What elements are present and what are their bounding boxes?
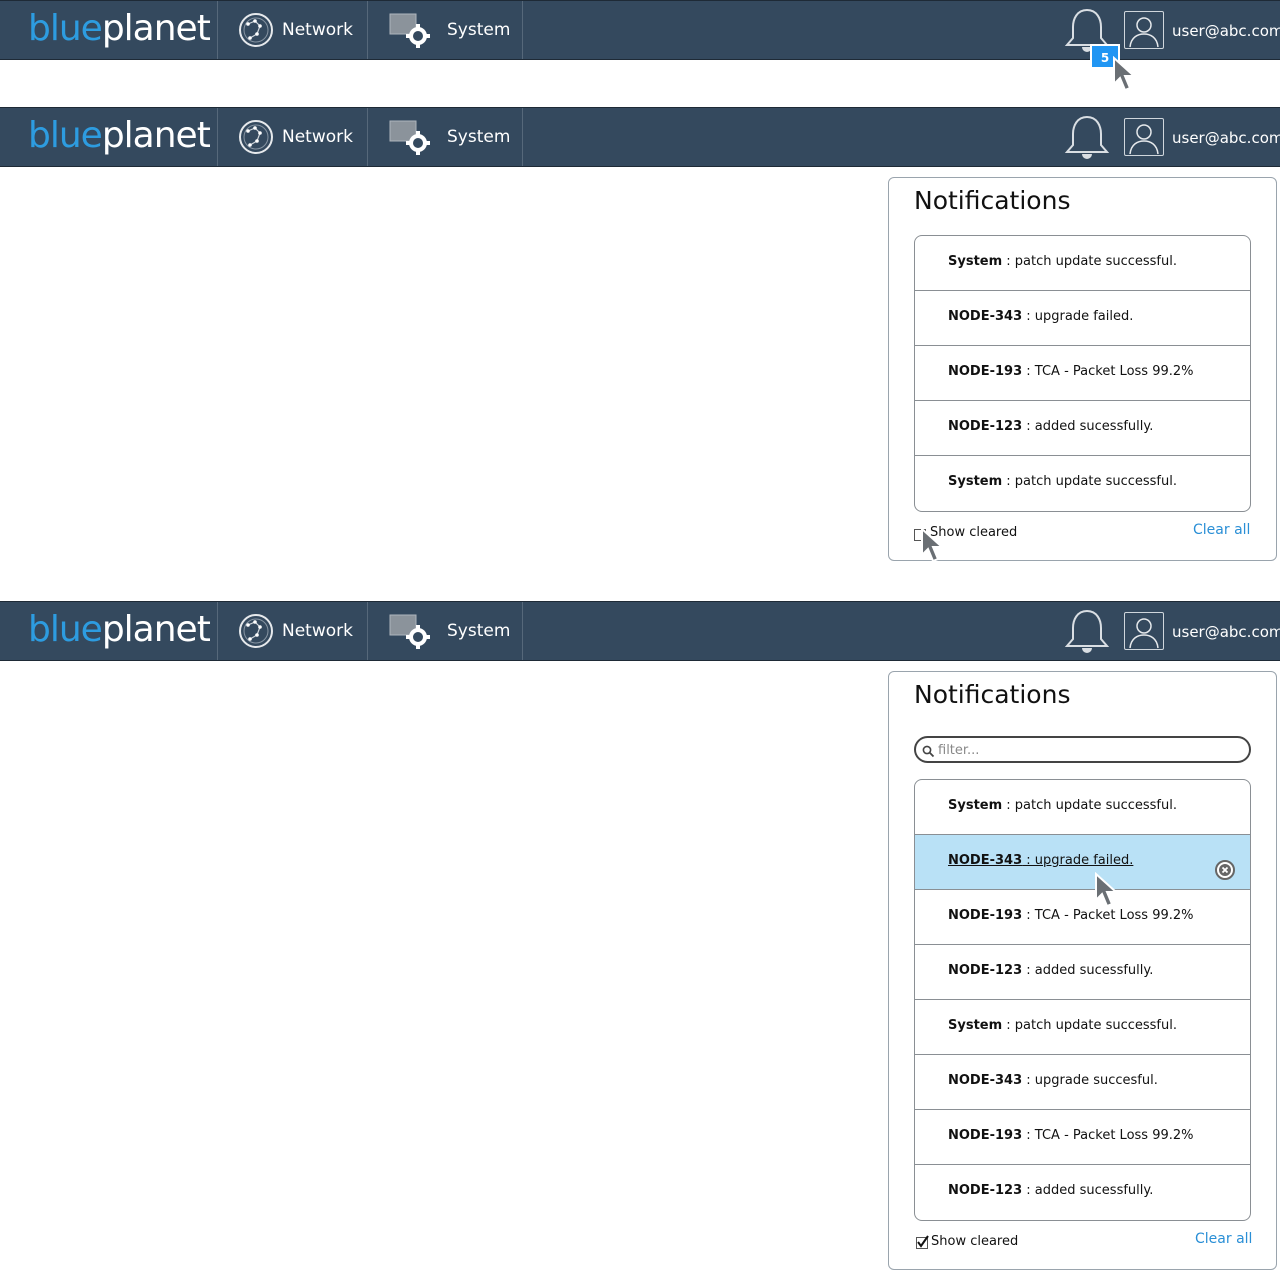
notification-item[interactable]: NODE-193 : TCA - Packet Loss 99.2% [915,890,1250,945]
network-globe-icon [238,12,274,72]
notification-text: : upgrade failed. [1022,853,1134,868]
brand-logo-part2: planet [101,115,211,156]
notifications-title: Notifications [914,186,1071,215]
notification-item[interactable]: NODE-343 : upgrade succesful. [915,1055,1250,1110]
nav-network-label: Network [282,621,353,641]
navbar: blueplanet Network System user@abc.com [0,107,1280,167]
notification-item[interactable]: System : patch update successful. [915,456,1250,511]
notifications-title: Notifications [914,680,1071,709]
notification-source: NODE-193 [948,364,1023,379]
brand-logo[interactable]: blueplanet [0,108,218,166]
system-settings-icon [388,12,432,72]
brand-logo-part1: blue [28,609,103,650]
filter-field[interactable] [914,736,1251,763]
show-cleared-checkbox-checked[interactable] [916,1235,929,1249]
notification-item[interactable]: NODE-123 : added sucessfully. [915,945,1250,1000]
notifications-panel: Notifications System : patch update succ… [888,177,1277,561]
notification-source: System [948,798,1003,813]
notification-text: : patch update successful. [1002,474,1177,489]
nav-network[interactable]: Network [218,1,368,59]
network-globe-icon [238,119,274,179]
notification-source: NODE-343 [948,309,1023,324]
notification-text: : added sucessfully. [1022,1183,1154,1198]
mouse-cursor-icon [1112,55,1140,98]
nav-system-label: System [447,20,511,40]
notification-item[interactable]: NODE-123 : added sucessfully. [915,401,1250,456]
navbar: blueplanet Network System user@abc.com [0,601,1280,661]
brand-logo-part1: blue [28,8,103,49]
clear-all-link[interactable]: Clear all [1193,522,1250,538]
notification-text: : added sucessfully. [1022,963,1154,978]
show-cleared-label: Show cleared [931,1234,1019,1249]
notification-text: : TCA - Packet Loss 99.2% [1022,364,1194,379]
mouse-cursor-icon [1094,871,1122,914]
notification-source: NODE-343 [948,1073,1023,1088]
network-globe-icon [238,613,274,673]
notification-source: NODE-193 [948,908,1023,923]
brand-logo-part2: planet [101,8,211,49]
nav-network-label: Network [282,127,353,147]
nav-system[interactable]: System [368,602,523,660]
system-settings-icon [388,613,432,673]
notifications-panel: Notifications System : patch update succ… [888,671,1277,1270]
user-email[interactable]: user@abc.com [1172,602,1280,662]
system-settings-icon [388,119,432,179]
notification-item[interactable]: System : patch update successful. [915,236,1250,291]
notifications-list: System : patch update successful. NODE-3… [914,779,1251,1221]
brand-logo-part1: blue [28,115,103,156]
notification-text: : added sucessfully. [1022,419,1154,434]
notification-item[interactable]: NODE-193 : TCA - Packet Loss 99.2% [915,346,1250,401]
notification-source: NODE-193 [948,1128,1023,1143]
nav-network[interactable]: Network [218,108,368,166]
notification-source: NODE-123 [948,419,1023,434]
notification-source: NODE-343 [948,853,1023,868]
brand-logo[interactable]: blueplanet [0,1,218,59]
filter-input[interactable] [938,740,1238,760]
notification-source: NODE-123 [948,963,1023,978]
nav-system-label: System [447,621,511,641]
user-avatar[interactable] [1124,612,1164,650]
notification-source: System [948,474,1003,489]
notification-text: : upgrade failed. [1022,309,1134,324]
mouse-cursor-icon [920,526,948,569]
notification-text: : TCA - Packet Loss 99.2% [1022,1128,1194,1143]
nav-network-label: Network [282,20,353,40]
user-email[interactable]: user@abc.com [1172,108,1280,168]
notification-source: NODE-123 [948,1183,1023,1198]
nav-system[interactable]: System [368,1,523,59]
clear-all-link[interactable]: Clear all [1195,1231,1252,1247]
brand-logo-part2: planet [101,609,211,650]
notification-text: : patch update successful. [1002,254,1177,269]
notifications-bell-icon[interactable] [1064,608,1110,660]
notifications-list: System : patch update successful. NODE-3… [914,235,1251,512]
notification-text: : patch update successful. [1002,1018,1177,1033]
notifications-bell-icon[interactable] [1064,114,1110,166]
notification-item[interactable]: NODE-343 : upgrade failed. [915,291,1250,346]
notification-item-hovered[interactable]: NODE-343 : upgrade failed. [915,835,1250,890]
notification-text: : patch update successful. [1002,798,1177,813]
nav-system[interactable]: System [368,108,523,166]
navbar: blueplanet Network System user@abc.com [0,0,1280,60]
nav-network[interactable]: Network [218,602,368,660]
notification-item[interactable]: NODE-123 : added sucessfully. [915,1165,1250,1220]
notification-source: System [948,254,1003,269]
notification-item[interactable]: System : patch update successful. [915,780,1250,835]
brand-logo[interactable]: blueplanet [0,602,218,660]
search-icon [922,743,935,762]
nav-system-label: System [447,127,511,147]
user-email[interactable]: user@abc.com [1172,1,1280,61]
notification-item[interactable]: System : patch update successful. [915,1000,1250,1055]
user-avatar[interactable] [1124,11,1164,49]
notification-item[interactable]: NODE-193 : TCA - Packet Loss 99.2% [915,1110,1250,1165]
user-avatar[interactable] [1124,118,1164,156]
notification-source: System [948,1018,1003,1033]
notification-text: : upgrade succesful. [1022,1073,1158,1088]
